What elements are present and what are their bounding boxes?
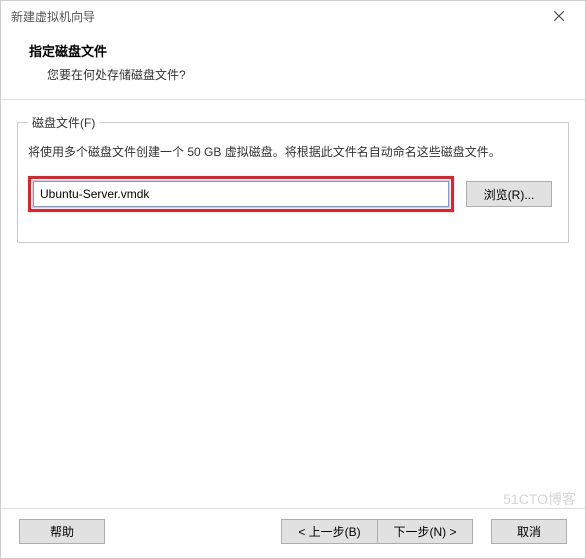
page-title: 指定磁盘文件 xyxy=(29,41,557,60)
window-title: 新建虚拟机向导 xyxy=(11,8,95,25)
close-button[interactable] xyxy=(539,2,579,30)
cancel-button[interactable]: 取消 xyxy=(491,519,567,544)
browse-button[interactable]: 浏览(R)... xyxy=(466,181,552,207)
nav-button-group: < 上一步(B) 下一步(N) > xyxy=(281,519,473,544)
disk-file-input[interactable] xyxy=(33,181,449,207)
wizard-content: 磁盘文件(F) 将使用多个磁盘文件创建一个 50 GB 虚拟磁盘。将根据此文件名… xyxy=(1,100,585,508)
button-bar: 帮助 < 上一步(B) 下一步(N) > 取消 xyxy=(1,508,585,558)
titlebar: 新建虚拟机向导 xyxy=(1,1,585,31)
back-button[interactable]: < 上一步(B) xyxy=(281,519,377,544)
wizard-header: 指定磁盘文件 您要在何处存储磁盘文件? xyxy=(1,31,585,100)
disk-file-legend: 磁盘文件(F) xyxy=(28,114,99,131)
page-subtitle: 您要在何处存储磁盘文件? xyxy=(29,66,557,83)
wizard-window: 新建虚拟机向导 指定磁盘文件 您要在何处存储磁盘文件? 磁盘文件(F) 将使用多… xyxy=(0,0,586,559)
file-input-highlight xyxy=(28,176,454,212)
disk-file-group: 磁盘文件(F) 将使用多个磁盘文件创建一个 50 GB 虚拟磁盘。将根据此文件名… xyxy=(17,114,569,243)
disk-file-description: 将使用多个磁盘文件创建一个 50 GB 虚拟磁盘。将根据此文件名自动命名这些磁盘… xyxy=(28,143,558,162)
next-button[interactable]: 下一步(N) > xyxy=(377,519,473,544)
close-icon xyxy=(554,11,564,21)
help-button[interactable]: 帮助 xyxy=(19,519,105,544)
file-row: 浏览(R)... xyxy=(28,176,558,212)
